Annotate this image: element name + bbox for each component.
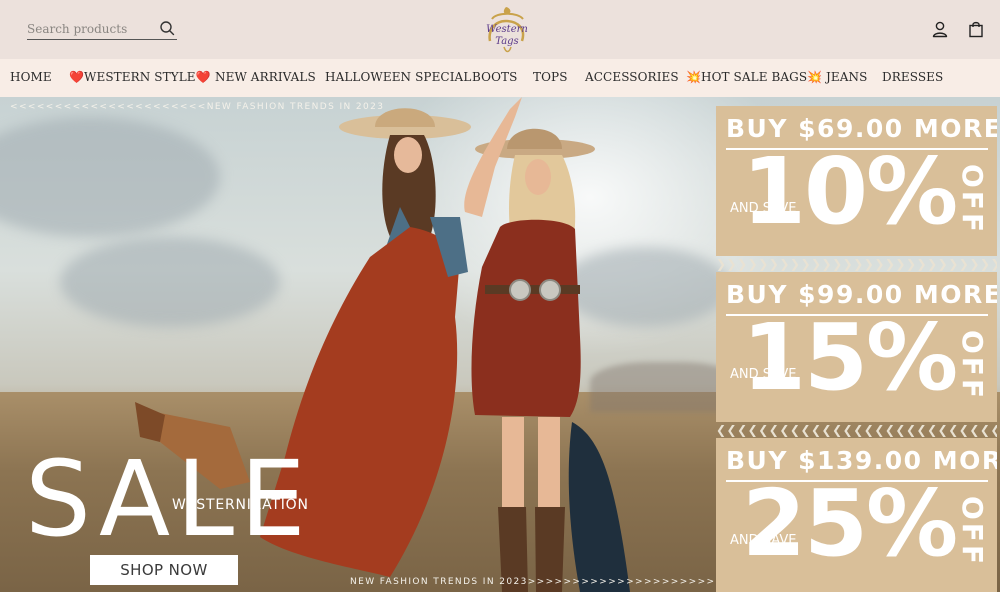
promo-save-label: AND SAVE (730, 201, 797, 216)
nav-item-western-style[interactable]: ❤️WESTERN STYLE❤️ (69, 70, 211, 84)
promo-off-label: OFF (956, 330, 989, 402)
nav-item-home[interactable]: HOME (10, 70, 52, 84)
nav-item-new-arrivals[interactable]: NEW ARRIVALS (215, 70, 316, 84)
shop-now-button[interactable]: SHOP NOW (90, 555, 238, 585)
logo-text-line2: Tags (495, 36, 518, 47)
promo-off-label: OFF (956, 164, 989, 236)
site-header: Western Tags (0, 0, 1000, 59)
promo-save-label: AND SAVE (730, 367, 797, 382)
nav-item-halloween-special[interactable]: HALLOWEEN SPECIAL (325, 70, 471, 84)
promo-percent: 15% (742, 304, 958, 411)
trend-ribbon-bottom: NEW FASHION TRENDS IN 2023>>>>>>>>>>>>>>… (350, 577, 752, 587)
shopping-bag-icon[interactable] (967, 20, 985, 38)
user-icon[interactable] (931, 20, 949, 38)
search-bar (27, 18, 177, 40)
logo-text-line1: Western (486, 24, 528, 35)
nav-item-tops[interactable]: TOPS (533, 70, 568, 84)
promo-off-label: OFF (956, 496, 989, 568)
sale-subheadline: WESTERNIZATION (172, 497, 309, 513)
promo-card-25-off[interactable]: BUY $139.00 MORE 25% AND SAVE OFF (716, 438, 997, 592)
nav-item-dresses[interactable]: DRESSES (882, 70, 943, 84)
chevron-divider: ❯❯❯❯❯❯❯❯❯❯❯❯❯❯❯❯❯❯❯❯❯❯❯❯❯❯❯❯❯❯❯❯❯❯❯❯ (716, 257, 997, 271)
nav-item-boots[interactable]: BOOTS (472, 70, 517, 84)
promo-card-15-off[interactable]: BUY $99.00 MORE 15% AND SAVE OFF (716, 272, 997, 422)
promo-percent: 25% (742, 470, 958, 577)
nav-item-hot-sale-bags[interactable]: 💥HOT SALE BAGS💥 (686, 70, 822, 84)
nav-item-accessories[interactable]: ACCESSORIES (585, 70, 679, 84)
search-icon[interactable] (159, 20, 175, 36)
chevron-divider: ❮❮❮❮❮❮❮❮❮❮❮❮❮❮❮❮❮❮❮❮❮❮❮❮❮❮❮❮❮❮❮❮❮❮❮❮ (716, 423, 997, 437)
nav-item-jeans[interactable]: JEANS (826, 70, 867, 84)
promo-save-label: AND SAVE (730, 533, 797, 548)
main-nav: HOME ❤️WESTERN STYLE❤️ NEW ARRIVALS HALL… (0, 59, 1000, 97)
search-input[interactable] (27, 20, 152, 38)
brand-logo[interactable]: Western Tags (482, 3, 532, 55)
promo-percent: 10% (742, 138, 958, 245)
promo-card-10-off[interactable]: BUY $69.00 MORE 10% AND SAVE OFF (716, 106, 997, 256)
